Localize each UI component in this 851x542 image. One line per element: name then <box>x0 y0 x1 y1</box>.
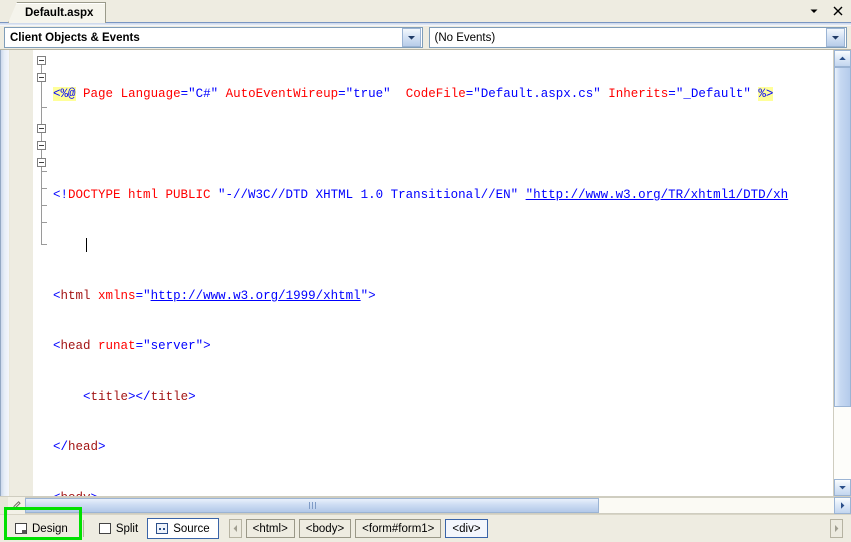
client-objects-events-value: Client Objects & Events <box>10 31 140 44</box>
horizontal-scroll-track[interactable] <box>25 497 834 514</box>
indicator-margin[interactable] <box>10 50 33 496</box>
design-button-label: Design <box>32 522 68 535</box>
triangle-right-icon[interactable] <box>830 519 843 538</box>
outlining-margin[interactable] <box>33 50 53 496</box>
vertical-scrollbar[interactable] <box>833 50 851 496</box>
outline-tick-inner <box>42 171 47 172</box>
horizontal-scrollbar[interactable] <box>0 496 851 514</box>
outline-collapse-head[interactable] <box>37 73 46 82</box>
breadcrumb: <html> <body> <form#form1> <div> <box>228 519 488 538</box>
text-caret <box>86 238 87 252</box>
vertical-scroll-track[interactable] <box>834 67 851 479</box>
outline-collapse-html[interactable] <box>37 56 46 65</box>
document-tab-default-aspx[interactable]: Default.aspx <box>8 2 107 23</box>
view-mode-bar: Design Split Source <html> <body> <form#… <box>0 514 851 542</box>
breadcrumb-label: <html> <box>252 522 288 535</box>
chevron-down-icon[interactable] <box>834 479 851 496</box>
outline-collapse-div[interactable] <box>37 158 46 167</box>
code-text-area[interactable]: <%@ Page Language="C#" AutoEventWireup="… <box>53 50 833 496</box>
source-view-icon <box>156 523 169 534</box>
code-lines: <%@ Page Language="C#" AutoEventWireup="… <box>53 52 788 496</box>
horizontal-scroll-thumb[interactable] <box>25 498 600 513</box>
code-line-3: <!DOCTYPE html PUBLIC "-//W3C//DTD XHTML… <box>53 187 789 202</box>
client-objects-events-dropdown[interactable]: Client Objects & Events <box>4 27 423 48</box>
code-line-6: <head runat="server"> <box>53 339 211 354</box>
breadcrumb-item-form[interactable]: <form#form1> <box>355 519 442 538</box>
breadcrumb-label: <div> <box>452 522 481 535</box>
code-line-9: <body> <box>53 490 788 496</box>
close-icon[interactable] <box>831 4 845 18</box>
tab-strip-controls <box>807 0 845 22</box>
split-button[interactable]: Split <box>90 518 147 539</box>
code-line-7: <title></title> <box>83 389 196 404</box>
breadcrumb-label: <body> <box>305 522 345 535</box>
design-button[interactable]: Design <box>6 518 77 539</box>
breadcrumb-item-div[interactable]: <div> <box>445 519 488 538</box>
source-button-label: Source <box>173 522 210 535</box>
outline-corner-html <box>41 239 47 245</box>
design-view-icon <box>15 523 27 534</box>
document-tab-strip: Default.aspx <box>0 0 851 23</box>
breadcrumb-item-body[interactable]: <body> <box>298 519 352 538</box>
chevron-down-icon[interactable] <box>401 28 421 47</box>
outline-tick-div <box>42 188 47 189</box>
source-button[interactable]: Source <box>147 518 219 539</box>
code-line-8: </head> <box>53 440 106 455</box>
pencil-icon <box>8 497 25 514</box>
outline-tick-body <box>42 222 47 223</box>
source-editor[interactable]: <%@ Page Language="C#" AutoEventWireup="… <box>0 50 851 496</box>
visual-studio-editor-window: Default.aspx Client Objects & Events (No… <box>0 0 851 542</box>
events-value: (No Events) <box>434 31 496 44</box>
chevron-down-icon[interactable] <box>826 28 845 47</box>
viewbar-separator <box>82 520 84 537</box>
split-button-label: Split <box>115 522 139 535</box>
hscroll-left-gap <box>0 497 8 514</box>
triangle-left-icon[interactable] <box>228 519 242 538</box>
outline-guide-html <box>41 65 42 244</box>
outline-collapse-body[interactable] <box>37 124 46 133</box>
outline-tick-form <box>42 205 47 206</box>
editor-navigation-bar: Client Objects & Events (No Events) <box>0 26 851 50</box>
breadcrumb-label: <form#form1> <box>362 522 435 535</box>
code-line-5: <html xmlns="http://www.w3.org/1999/xhtm… <box>53 288 376 303</box>
chevron-up-icon[interactable] <box>834 50 851 67</box>
split-view-icon <box>98 523 111 534</box>
events-dropdown[interactable]: (No Events) <box>428 27 847 48</box>
editor-left-rail <box>1 50 10 496</box>
vertical-scroll-thumb[interactable] <box>834 67 851 407</box>
chevron-right-icon[interactable] <box>834 497 851 514</box>
document-tab-label: Default.aspx <box>25 7 94 19</box>
breadcrumb-item-html[interactable]: <html> <box>245 519 295 538</box>
outline-collapse-form[interactable] <box>37 141 46 150</box>
code-line-1: <%@ Page Language="C#" AutoEventWireup="… <box>53 86 774 101</box>
outline-tick-head <box>42 107 47 108</box>
chevron-down-icon[interactable] <box>807 4 821 18</box>
